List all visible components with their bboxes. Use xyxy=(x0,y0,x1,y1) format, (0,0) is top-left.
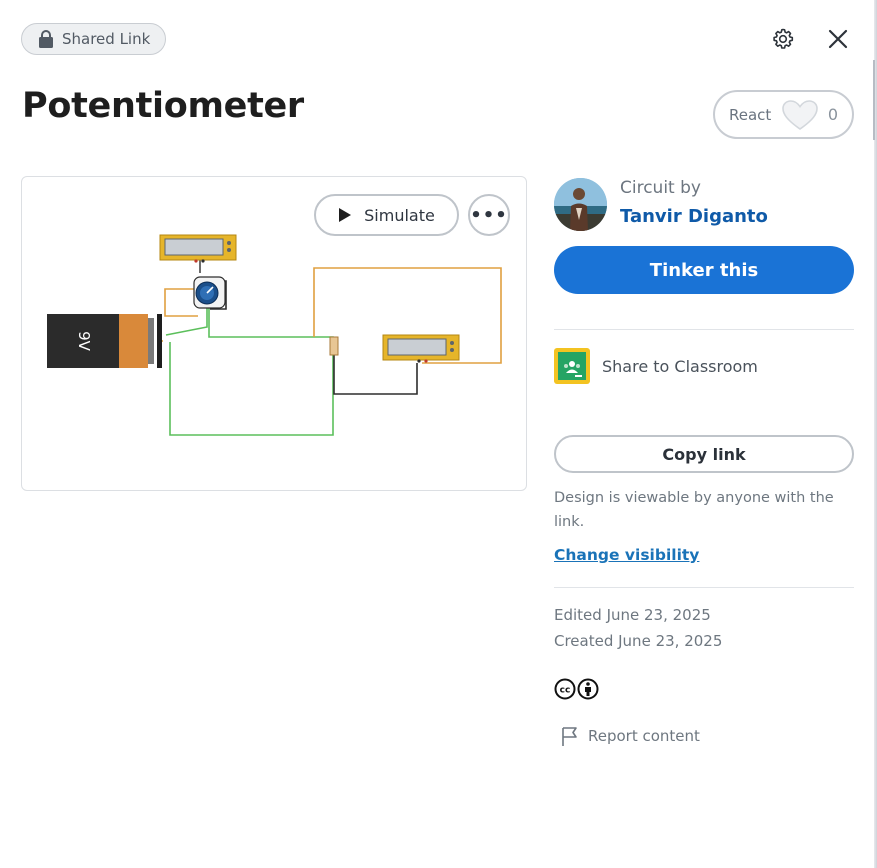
avatar[interactable] xyxy=(554,178,607,231)
heart-icon xyxy=(781,99,818,130)
simulate-label: Simulate xyxy=(364,205,435,225)
circuit-preview[interactable]: 9V Simulate ••• xyxy=(21,176,527,491)
more-options-button[interactable]: ••• xyxy=(468,194,510,236)
close-icon xyxy=(828,29,848,49)
change-visibility-link[interactable]: Change visibility xyxy=(554,546,699,564)
divider xyxy=(554,329,854,330)
created-date: Created June 23, 2025 xyxy=(554,632,723,650)
license-icons[interactable]: cc xyxy=(554,678,599,700)
shared-link-badge: Shared Link xyxy=(21,23,166,55)
divider xyxy=(554,587,854,588)
react-button[interactable]: React 0 xyxy=(713,90,854,139)
react-label: React xyxy=(729,105,772,124)
settings-button[interactable] xyxy=(770,26,796,52)
close-button[interactable] xyxy=(825,26,851,52)
google-classroom-icon xyxy=(554,348,590,384)
avatar-photo xyxy=(554,178,607,231)
gear-icon xyxy=(773,28,794,49)
copy-link-button[interactable]: Copy link xyxy=(554,435,854,473)
visibility-note: Design is viewable by anyone with the li… xyxy=(554,490,834,530)
more-icon: ••• xyxy=(470,204,508,226)
page-title: Potentiometer xyxy=(22,86,304,126)
react-count: 0 xyxy=(827,105,838,124)
svg-text:cc: cc xyxy=(560,686,571,696)
flag-icon xyxy=(562,727,577,746)
share-to-classroom-label: Share to Classroom xyxy=(602,356,758,376)
report-content-button[interactable]: Report content xyxy=(560,725,700,747)
edited-date: Edited June 23, 2025 xyxy=(554,606,711,624)
share-dialog: Shared Link Potentiometer React 0 9V Sim… xyxy=(0,0,877,868)
shared-link-label: Shared Link xyxy=(62,30,151,48)
simulate-button[interactable]: Simulate xyxy=(314,194,459,236)
lock-icon xyxy=(39,30,53,48)
tinker-this-button[interactable]: Tinker this xyxy=(554,246,854,294)
circuit-by-label: Circuit by xyxy=(620,178,701,198)
author-name-link[interactable]: Tanvir Diganto xyxy=(620,206,768,227)
cc-icon: cc xyxy=(554,678,576,700)
play-icon xyxy=(339,208,352,222)
by-icon xyxy=(577,678,599,700)
battery-label: 9V xyxy=(74,331,93,351)
report-content-label: Report content xyxy=(588,727,700,745)
share-to-classroom-button[interactable]: Share to Classroom xyxy=(554,348,758,384)
